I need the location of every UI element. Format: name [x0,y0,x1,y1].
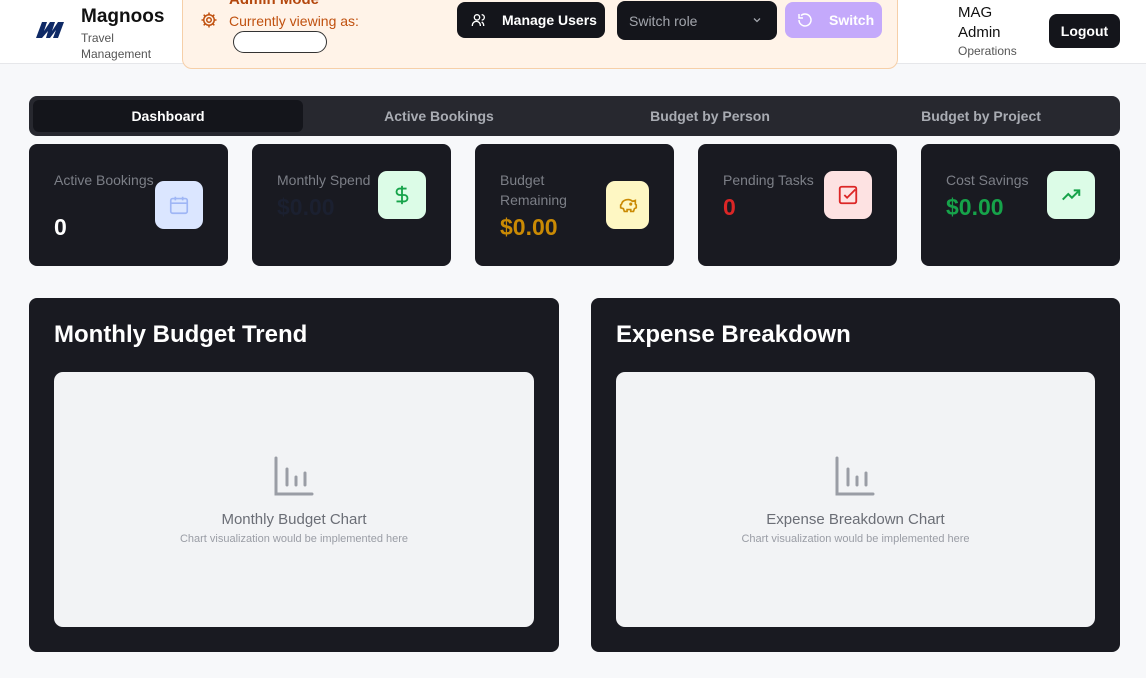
stat-value: $0.00 [500,214,558,240]
stat-label: Active Bookings [54,172,154,188]
panel-title: Expense Breakdown [616,321,851,348]
stat-card-active-bookings: Active Bookings 0 [29,144,228,266]
placeholder-title: Expense Breakdown Chart [766,511,945,528]
stat-card-pending-tasks: Pending Tasks 0 [698,144,897,266]
user-initials: MAG [958,4,993,21]
user-role: Admin [958,24,1001,41]
switch-button[interactable]: Switch [785,2,882,38]
stat-value: $0.00 [277,194,335,220]
brand-subtitle: Travel Management [81,31,152,61]
admin-mode-title: Admin Mode [229,0,319,8]
admin-mode-banner: Admin Mode Currently viewing as: Manage … [182,0,898,69]
users-icon [471,14,485,26]
dollar-icon [378,171,426,219]
brand-name: Magnoos [81,6,165,27]
switch-label: Switch [829,12,875,28]
chart-placeholder: Expense Breakdown Chart Chart visualizat… [616,372,1095,627]
magnoos-logo-icon [36,22,64,38]
expense-breakdown-panel: Expense Breakdown Expense Breakdown Char… [591,298,1120,652]
tab-budget-by-project[interactable]: Budget by Project [846,100,1116,132]
gear-icon [201,12,217,28]
stat-value: 0 [723,194,736,220]
calendar-icon [155,181,203,229]
stat-card-cost-savings: Cost Savings $0.00 [921,144,1120,266]
bar-chart-icon [274,456,314,496]
manage-users-button[interactable]: Manage Users [457,2,605,38]
stat-card-monthly-spend: Monthly Spend $0.00 [252,144,451,266]
monthly-budget-trend-panel: Monthly Budget Trend Monthly Budget Char… [29,298,559,652]
stat-label: Pending Tasks [723,172,814,188]
stat-label: Monthly Spend [277,172,371,188]
chart-placeholder: Monthly Budget Chart Chart visualization… [54,372,534,627]
chevron-down-icon [753,18,761,23]
bar-chart-icon [835,456,875,496]
placeholder-subtitle: Chart visualization would be implemented… [179,533,409,545]
top-header: Magnoos Travel Management Admin Mode Cur… [0,0,1146,69]
tab-active-bookings[interactable]: Active Bookings [304,100,574,132]
stat-label: Cost Savings [946,172,1029,188]
stat-label: Budget Remaining [500,172,567,208]
switch-role-placeholder: Switch role [629,12,698,29]
placeholder-subtitle: Chart visualization would be implemented… [741,533,970,545]
user-department: Operations [958,44,1017,58]
manage-users-label: Manage Users [502,12,597,28]
dashboard-tabs: Dashboard Active Bookings Budget by Pers… [29,96,1120,136]
stat-card-budget-remaining: Budget Remaining $0.00 [475,144,674,266]
stat-value: 0 [54,214,67,240]
panel-title: Monthly Budget Trend [54,321,308,348]
refresh-icon [798,13,812,27]
tab-dashboard[interactable]: Dashboard [33,100,303,132]
piggy-bank-icon [606,181,649,229]
tab-budget-by-person[interactable]: Budget by Person [575,100,845,132]
switch-role-select[interactable]: Switch role [617,1,777,40]
viewing-as-badge [233,31,327,53]
trending-up-icon [1047,171,1095,219]
viewing-as-label: Currently viewing as: [229,13,359,29]
logout-button[interactable]: Logout [1049,14,1120,48]
stat-value: $0.00 [946,194,1004,220]
check-square-icon [824,171,872,219]
placeholder-title: Monthly Budget Chart [221,511,367,528]
